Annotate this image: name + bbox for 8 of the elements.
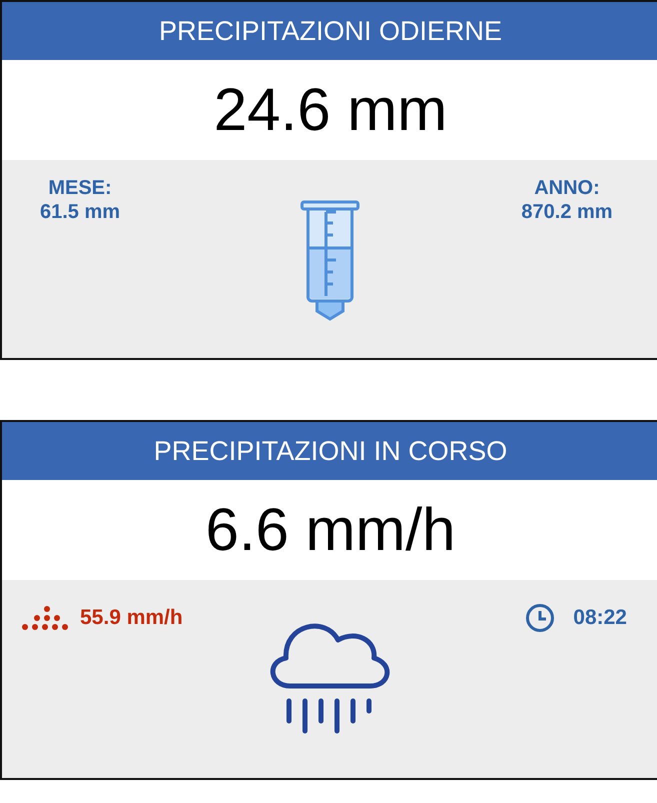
peak-rate: 55.9 mm/h — [80, 606, 183, 630]
panel-title: PRECIPITAZIONI IN CORSO — [2, 422, 657, 480]
stat-reading: MESE: 61.5 mm — [38, 176, 122, 224]
clock-icon — [525, 603, 556, 633]
panel-title: PRECIPITAZIONI ODIERNE — [2, 2, 657, 60]
rain-gauge-icon — [300, 200, 360, 322]
update-time: 08:22 — [573, 606, 627, 630]
stat-reading: ANNO: 870.2 mm — [520, 176, 614, 225]
